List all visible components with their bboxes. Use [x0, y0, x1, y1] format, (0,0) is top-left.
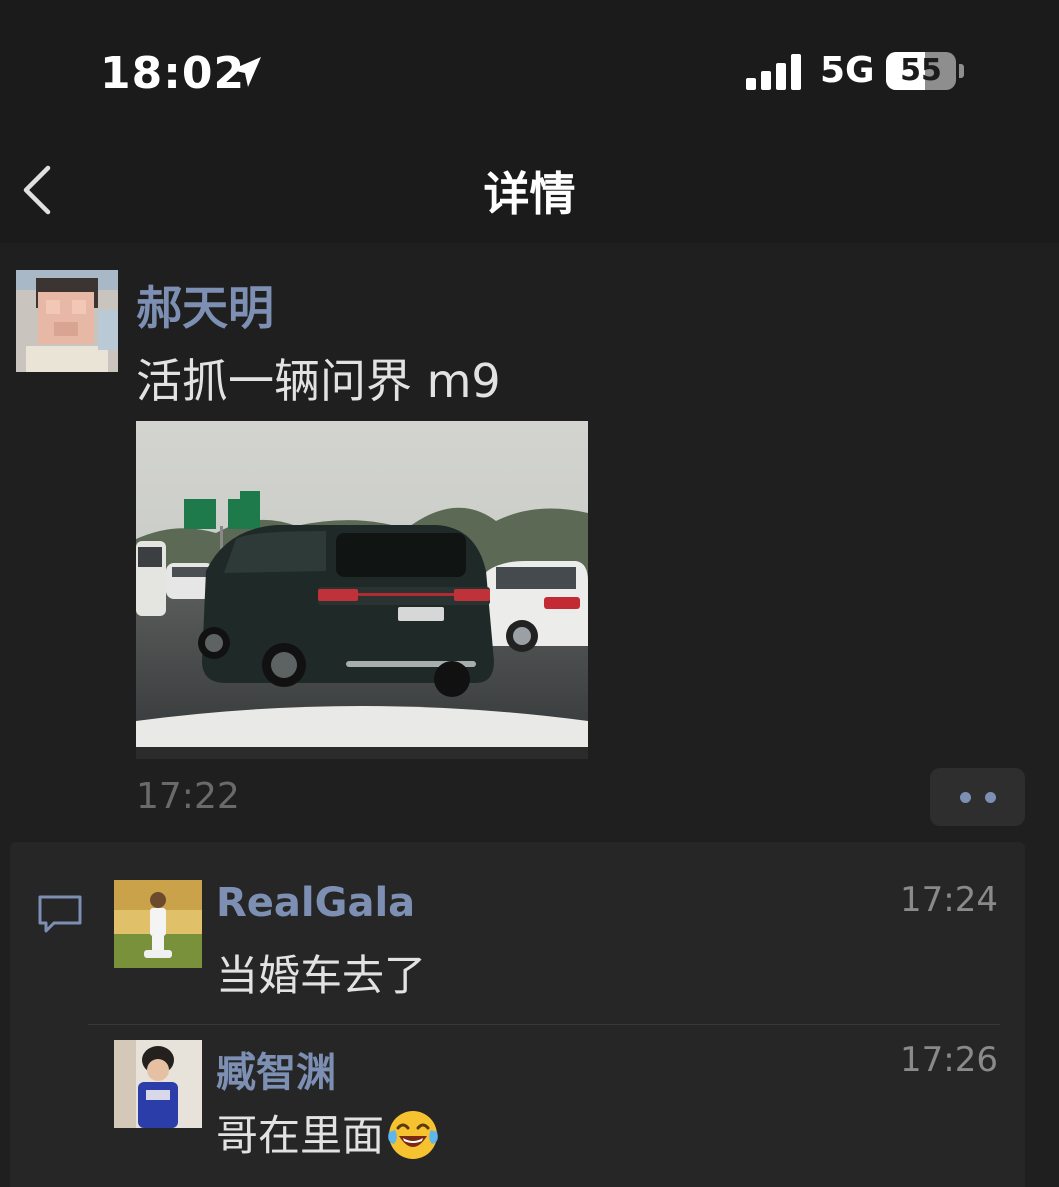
battery-level: 55 [900, 53, 942, 88]
network-type: 5G [820, 50, 875, 91]
comment-time: 17:24 [900, 880, 998, 920]
status-bar: 18:02 5G 55 [0, 0, 1059, 140]
commenter-avatar-image [114, 880, 202, 968]
comment-avatar[interactable] [114, 880, 202, 968]
comment-author[interactable]: 臧智渊 [216, 1040, 336, 1098]
comment-bubble-icon [38, 895, 82, 933]
car-photo-image [136, 421, 588, 759]
post-photo[interactable] [136, 421, 588, 759]
more-button[interactable] [930, 768, 1025, 826]
location-arrow-icon [231, 57, 261, 87]
comment-avatar[interactable] [114, 1040, 202, 1128]
more-dots-icon [960, 792, 971, 803]
comment-text: 当婚车去了 [216, 951, 427, 1000]
laughing-tears-emoji-icon [388, 1110, 438, 1159]
author-avatar[interactable] [16, 270, 118, 372]
author-name[interactable]: 郝天明 [136, 272, 274, 338]
comment-text: 哥在里面 [216, 1111, 385, 1160]
post-time: 17:22 [136, 776, 240, 817]
post-text: 活抓一辆问界 m9 [136, 354, 501, 408]
comment-author[interactable]: RealGala [216, 880, 415, 926]
status-time: 18:02 [100, 48, 246, 99]
battery-icon: 55 [886, 52, 956, 90]
moment-detail-page: 18:02 5G 55 详情 郝天明 活抓一辆问界 m9 17:22 RealG… [0, 0, 1059, 1187]
commenter-avatar-image [114, 1040, 202, 1128]
page-title: 详情 [483, 167, 576, 221]
comment-divider [88, 1024, 1000, 1025]
avatar-image [16, 270, 118, 372]
signal-bars-icon [746, 54, 801, 90]
battery-cap [959, 64, 964, 78]
comment-text-row: 哥在里面 [216, 1102, 440, 1166]
more-dots-icon [985, 792, 996, 803]
comment-time: 17:26 [900, 1040, 998, 1080]
